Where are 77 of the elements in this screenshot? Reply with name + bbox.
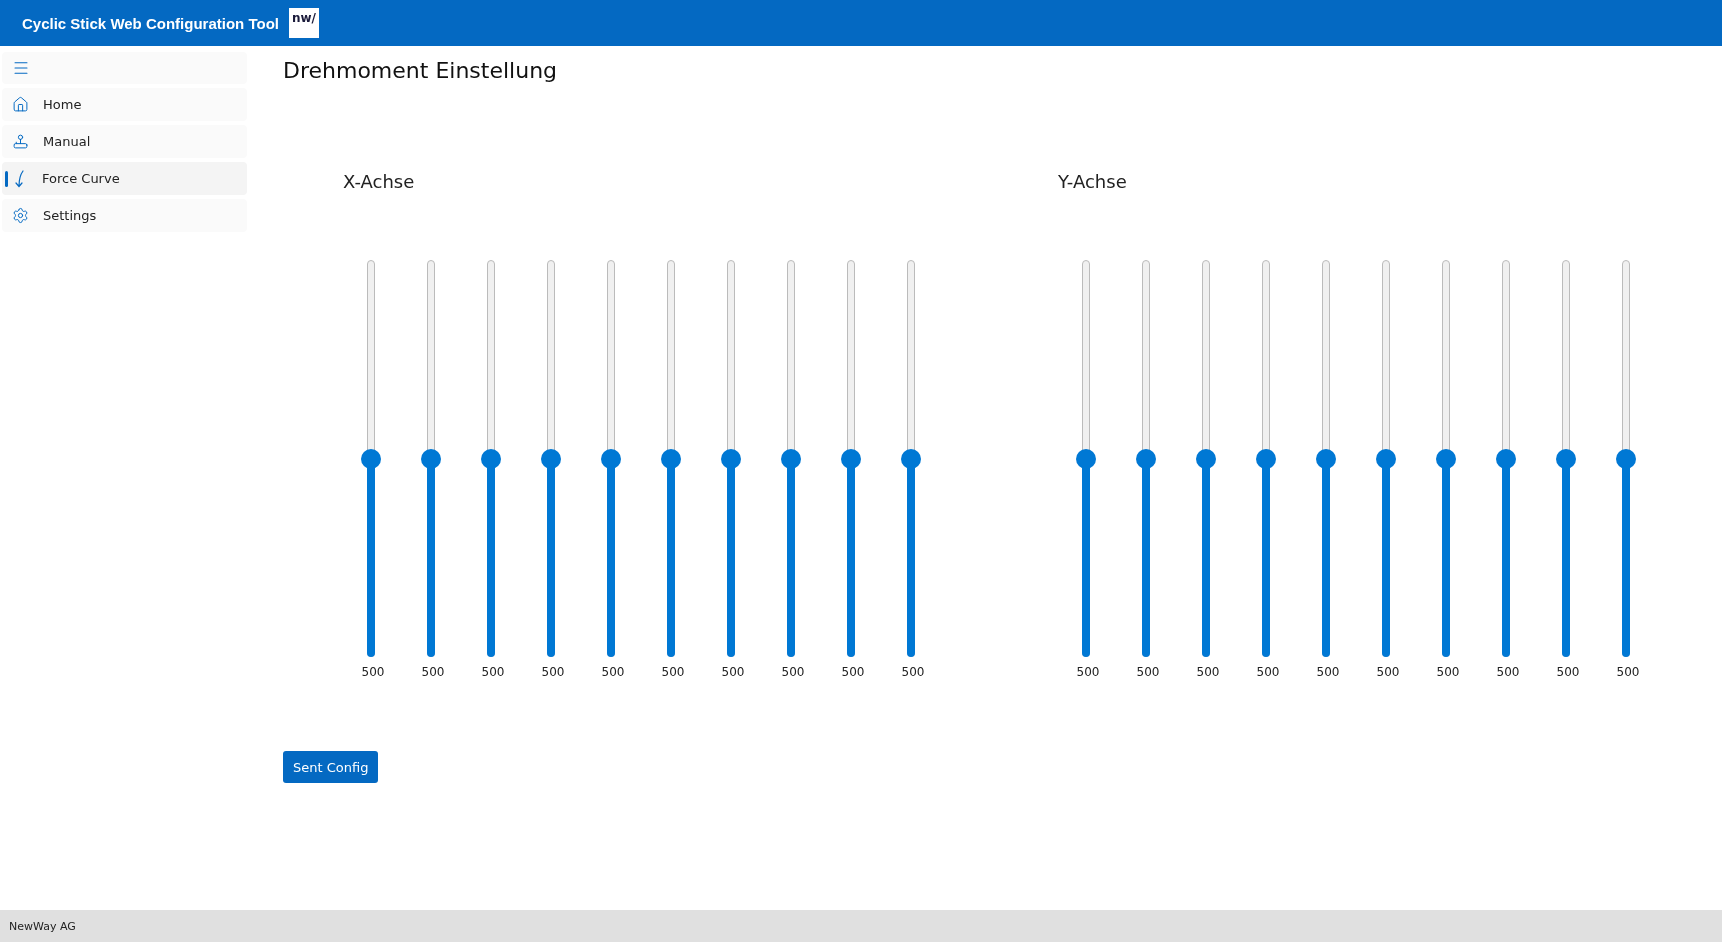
slider-thumb[interactable] (1376, 448, 1396, 469)
slider-value: 500 (360, 665, 385, 679)
vertical-slider[interactable] (1256, 260, 1276, 657)
slider-thumb[interactable] (1496, 448, 1516, 469)
slider-value: 500 (540, 665, 565, 679)
vertical-slider[interactable] (601, 260, 621, 657)
footer-text: NewWay AG (9, 919, 76, 933)
slider-thumb[interactable] (421, 448, 441, 469)
slider-thumb[interactable] (901, 448, 921, 469)
vertical-slider[interactable] (1316, 260, 1336, 657)
vertical-slider[interactable] (421, 260, 441, 657)
slider-thumb[interactable] (781, 448, 801, 469)
slider-thumb[interactable] (1436, 448, 1456, 469)
slider-value: 500 (1135, 665, 1160, 679)
slider-value: 500 (1435, 665, 1460, 679)
vertical-slider[interactable] (901, 260, 921, 657)
vertical-slider[interactable] (361, 260, 381, 657)
vertical-slider[interactable] (1196, 260, 1216, 657)
slider-thumb[interactable] (1076, 448, 1096, 469)
axis-title: Y-Achse (1058, 171, 1128, 192)
settings-icon (12, 207, 29, 224)
slider-value: 500 (1375, 665, 1400, 679)
slider-thumb[interactable] (661, 448, 681, 469)
vertical-slider[interactable] (1496, 260, 1516, 657)
slider-thumb[interactable] (841, 448, 861, 469)
vertical-slider[interactable] (1436, 260, 1456, 657)
vertical-slider[interactable] (1076, 260, 1096, 657)
sidebar-item[interactable]: Manual (2, 125, 247, 158)
slider-value: 500 (1495, 665, 1520, 679)
slider-thumb[interactable] (481, 448, 501, 469)
sidebar-item[interactable]: Settings (2, 199, 247, 232)
menu-toggle[interactable] (2, 52, 247, 84)
axis-title: X-Achse (343, 171, 416, 192)
vertical-slider[interactable] (1556, 260, 1576, 657)
slider-thumb[interactable] (1256, 448, 1276, 469)
slider-thumb[interactable] (1196, 448, 1216, 469)
slider-value: 500 (900, 665, 925, 679)
send-config-button[interactable]: Sent Config (283, 751, 379, 783)
vertical-slider[interactable] (841, 260, 861, 657)
vertical-slider[interactable] (481, 260, 501, 657)
menu-icon (12, 59, 30, 77)
logo: nw/ (288, 8, 319, 38)
slider-value: 500 (840, 665, 865, 679)
sidebar-item[interactable]: Home (2, 88, 247, 121)
slider-value: 500 (1255, 665, 1280, 679)
vertical-slider[interactable] (1376, 260, 1396, 657)
slider-value: 500 (420, 665, 445, 679)
page-title: Drehmoment Einstellung (283, 58, 559, 83)
slider-thumb[interactable] (361, 448, 381, 469)
vertical-slider[interactable] (661, 260, 681, 657)
vertical-slider[interactable] (781, 260, 801, 657)
slider-value: 500 (1315, 665, 1340, 679)
slider-thumb[interactable] (721, 448, 741, 469)
slider-thumb[interactable] (601, 448, 621, 469)
slider-value: 500 (1555, 665, 1580, 679)
slider-thumb[interactable] (1616, 448, 1636, 469)
vertical-slider[interactable] (1136, 260, 1156, 657)
joystick-icon (12, 133, 29, 150)
slider-value: 500 (1195, 665, 1220, 679)
vertical-slider[interactable] (721, 260, 741, 657)
slider-value: 500 (720, 665, 745, 679)
slider-value: 500 (480, 665, 505, 679)
sidebar-item[interactable]: Force Curve (2, 162, 247, 195)
slider-value: 500 (660, 665, 685, 679)
vertical-slider[interactable] (1616, 260, 1636, 657)
selection-indicator (5, 171, 8, 187)
slider-thumb[interactable] (1316, 448, 1336, 469)
slider-value: 500 (1075, 665, 1100, 679)
slider-value: 500 (780, 665, 805, 679)
home-icon (12, 96, 29, 113)
slider-value: 500 (1615, 665, 1640, 679)
app-title: Cyclic Stick Web Configuration Tool (22, 14, 279, 32)
slider-thumb[interactable] (1136, 448, 1156, 469)
slider-thumb[interactable] (541, 448, 561, 469)
vertical-slider[interactable] (541, 260, 561, 657)
slider-thumb[interactable] (1556, 448, 1576, 469)
slider-value: 500 (600, 665, 625, 679)
